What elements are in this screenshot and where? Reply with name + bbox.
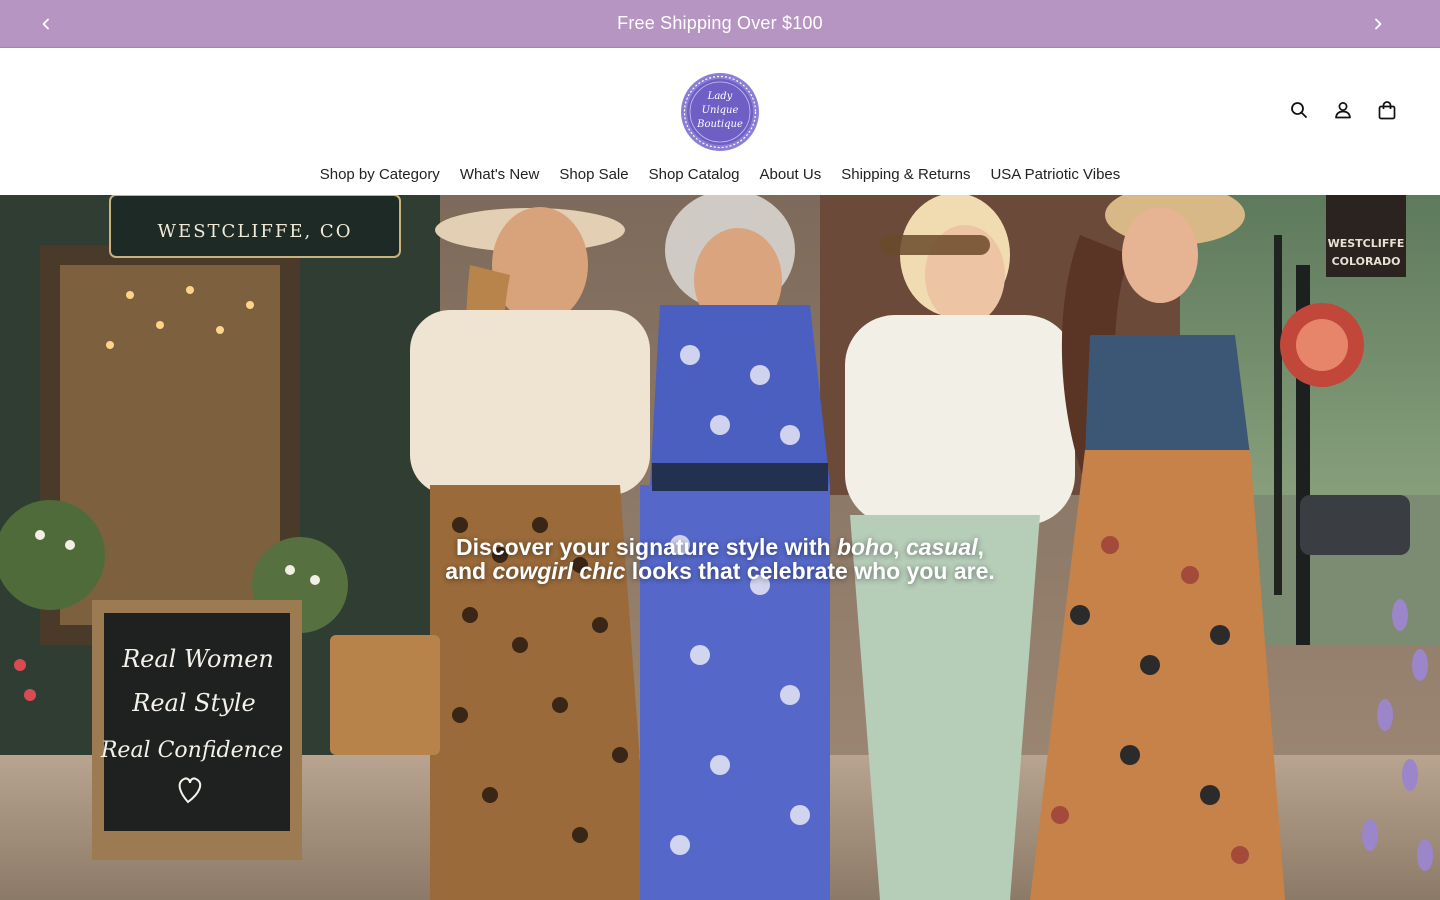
nav-item-whats-new[interactable]: What's New (450, 163, 550, 187)
logo-text-1: Lady (707, 91, 733, 102)
nav-item-about-us[interactable]: About Us (750, 163, 832, 187)
chevron-left-icon (42, 18, 49, 30)
hero-banner[interactable]: WESTCLIFFE, CO WESTCLIFFE COLORADO Real … (0, 195, 1440, 900)
chalkboard-text-3: Real Confidence (100, 738, 283, 763)
hero-tagline-emphasis: boho (836, 534, 894, 560)
hero-tagline-text: , (977, 534, 984, 560)
hero-tagline-text: Discover your signature style with (456, 534, 837, 560)
nav-item-shipping-returns[interactable]: Shipping & Returns (831, 163, 980, 187)
nav-item-shop-catalog[interactable]: Shop Catalog (639, 163, 750, 187)
hero-tagline-text: looks that celebrate who you are. (625, 558, 995, 584)
chalkboard-text-2: Real Style (131, 689, 255, 717)
nav-item-usa-patriotic-vibes[interactable]: USA Patriotic Vibes (980, 163, 1130, 187)
search-button[interactable] (1286, 97, 1312, 123)
account-button[interactable] (1330, 97, 1356, 123)
chevron-right-icon (1375, 18, 1382, 30)
banner-sign-text-2: COLORADO (1332, 255, 1401, 268)
announcement-next-button[interactable] (1354, 0, 1402, 48)
announcement-text[interactable]: Free Shipping Over $100 (617, 13, 823, 34)
hero-tagline-line-1: Discover your signature style with boho,… (0, 535, 1440, 559)
logo-text-3: Boutique (696, 119, 743, 130)
header-actions (1286, 97, 1400, 123)
chalkboard-text-1: Real Women (121, 645, 274, 673)
hero-tagline: Discover your signature style with boho,… (0, 535, 1440, 583)
main-navigation: Shop by Category What's New Shop Sale Sh… (0, 163, 1440, 187)
site-header: Lady Unique Boutique Shop by Category Wh… (0, 49, 1440, 195)
cart-button[interactable] (1374, 97, 1400, 123)
banner-sign-text-1: WESTCLIFFE (1328, 237, 1405, 250)
account-icon (1335, 102, 1351, 119)
announcement-bar: Free Shipping Over $100 (0, 0, 1440, 48)
hero-tagline-emphasis: cowgirl chic (492, 558, 626, 584)
hero-tagline-text: , (893, 534, 906, 560)
nav-item-shop-sale[interactable]: Shop Sale (549, 163, 638, 187)
hero-tagline-emphasis: casual (905, 534, 978, 560)
announcement-prev-button[interactable] (22, 0, 70, 48)
brand-logo[interactable]: Lady Unique Boutique (680, 72, 760, 152)
nav-item-shop-by-category[interactable]: Shop by Category (310, 163, 450, 187)
cart-icon (1378, 100, 1396, 119)
store-sign-text: WESTCLIFFE, CO (158, 221, 353, 242)
logo-text-2: Unique (702, 105, 739, 116)
search-icon (1291, 102, 1307, 118)
hero-tagline-text: and (445, 558, 493, 584)
hero-tagline-line-2: and cowgirl chic looks that celebrate wh… (0, 559, 1440, 583)
